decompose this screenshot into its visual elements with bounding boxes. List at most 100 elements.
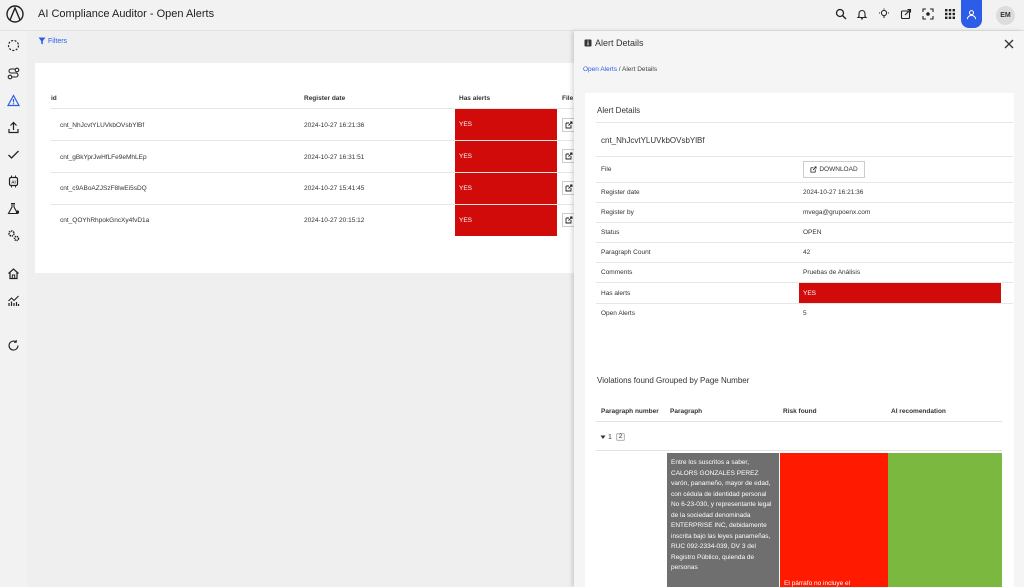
row-date: 2024-10-27 20:15:12 (304, 217, 365, 224)
field-value-open-alerts: 5 (803, 310, 807, 317)
field-value-comments: Pruebas de Análisis (803, 269, 861, 276)
share-icon[interactable] (899, 7, 913, 21)
svg-text:AI: AI (11, 179, 16, 184)
column-header-ai-recommendation[interactable]: AI recomendation (891, 408, 946, 415)
field-value-paragraph-count: 42 (803, 249, 811, 256)
filters-button[interactable]: Filters (38, 37, 67, 45)
row-id[interactable]: cnt_NhJcvtYLUVkbOVsbYlBf (60, 122, 144, 129)
column-header-file[interactable]: File (562, 95, 573, 102)
row-date: 2024-10-27 15:41:45 (304, 185, 365, 192)
analytics-icon[interactable] (6, 293, 20, 307)
column-header-register-date[interactable]: Register date (304, 95, 345, 102)
panel-title: Alert Details (584, 38, 644, 48)
field-value-has-alerts: YES (799, 283, 1001, 303)
home-icon[interactable] (6, 266, 20, 280)
app-title: AI Compliance Auditor - Open Alerts (38, 8, 215, 20)
bell-icon[interactable] (855, 7, 869, 21)
top-bar: AI Compliance Auditor - Open Alerts EM (0, 0, 1024, 31)
external-link-icon (810, 166, 817, 173)
close-button[interactable] (1004, 37, 1014, 52)
divider (596, 262, 1013, 263)
search-icon[interactable] (834, 7, 848, 21)
row-alert-badge: YES (455, 141, 557, 172)
filter-icon (38, 37, 46, 45)
field-value-register-date: 2024-10-27 16:21:36 (803, 189, 864, 196)
field-label-paragraph-count: Paragraph Count (601, 249, 651, 256)
risk-cell: El párrafo no incluye el (780, 453, 888, 587)
breadcrumb: Open Alerts / Alert Details (583, 66, 657, 73)
external-link-icon (565, 152, 573, 160)
divider (596, 156, 1013, 157)
row-alert-badge: YES (455, 109, 557, 140)
field-label-register-date: Register date (601, 189, 640, 196)
divider (596, 182, 1013, 183)
user-menu-button[interactable] (961, 0, 982, 28)
field-label-open-alerts: Open Alerts (601, 310, 635, 317)
loading-circle-icon[interactable] (6, 38, 20, 52)
field-label-file: File (601, 166, 612, 173)
info-icon (584, 39, 592, 47)
panel-title-label: Alert Details (595, 38, 644, 48)
alert-triangle-icon[interactable] (6, 93, 20, 107)
external-link-icon (565, 216, 573, 224)
field-label-has-alerts: Has alerts (601, 290, 631, 297)
row-date: 2024-10-27 16:31:51 (304, 154, 365, 161)
column-header-paragraph[interactable]: Paragraph (670, 408, 702, 415)
row-id[interactable]: cnt_c9ABoAZJSzF8lwEi5sDQ (60, 185, 147, 192)
lightbulb-icon[interactable] (877, 7, 891, 21)
column-header-paragraph-number[interactable]: Paragraph number (601, 408, 659, 415)
focus-icon[interactable] (921, 7, 935, 21)
row-id[interactable]: cnt_QOYhRhpokGncXy4fvD1a (60, 217, 149, 224)
field-value-status: OPEN (803, 229, 822, 236)
field-label-comments: Comments (601, 269, 633, 276)
download-button[interactable]: DOWNLOAD (803, 161, 865, 178)
lab-flask-icon[interactable] (6, 201, 20, 215)
ai-chip-icon[interactable]: AI (6, 174, 20, 188)
avatar[interactable]: EM (996, 6, 1015, 25)
row-alert-badge: YES (455, 205, 557, 236)
settings-gears-icon[interactable] (6, 228, 20, 242)
column-header-id[interactable]: id (51, 95, 57, 102)
route-icon[interactable] (6, 66, 20, 80)
divider (596, 222, 1013, 223)
divider (596, 303, 1013, 304)
upload-icon[interactable] (6, 120, 20, 134)
column-header-risk-found[interactable]: Risk found (783, 408, 817, 415)
field-value-register-by: mvega@grupoenx.com (803, 209, 871, 216)
row-alert-badge: YES (455, 173, 557, 204)
details-record-id: cnt_NhJcvtYLUVkbOVsbYlBf (601, 136, 705, 145)
breadcrumb-current: Alert Details (622, 66, 658, 73)
external-link-icon (565, 121, 573, 129)
user-icon (966, 9, 977, 19)
violations-header-row: Paragraph number Paragraph Risk found AI… (596, 402, 1002, 422)
sidebar: AI (0, 31, 27, 587)
divider (596, 202, 1013, 203)
close-icon (1004, 39, 1014, 49)
breadcrumb-open-alerts-link[interactable]: Open Alerts (583, 66, 617, 73)
column-header-has-alerts[interactable]: Has alerts (459, 95, 490, 102)
divider (596, 122, 1013, 123)
group-label: 1 (608, 433, 612, 441)
app-logo-icon[interactable] (6, 5, 24, 23)
violations-title: Violations found Grouped by Page Number (597, 376, 750, 385)
recommendation-cell (888, 453, 1002, 587)
checkmark-icon[interactable] (6, 147, 20, 161)
external-link-icon (565, 184, 573, 192)
apps-grid-icon[interactable] (943, 7, 957, 21)
row-id[interactable]: cnt_gBkYprJwHfLFe9eMhLEp (60, 154, 147, 161)
violations-card: Violations found Grouped by Page Number … (585, 364, 1014, 587)
filters-label: Filters (48, 37, 68, 45)
divider (596, 242, 1013, 243)
caret-down-icon (600, 435, 606, 439)
row-date: 2024-10-27 16:21:36 (304, 122, 365, 129)
paragraph-cell: Entre los suscritos a saber, CALORS GONZ… (667, 453, 779, 587)
field-label-register-by: Register by (601, 209, 634, 216)
group-toggle[interactable]: 1 2 (600, 433, 626, 441)
details-card-content: Alert Details cnt_NhJcvtYLUVkbOVsbYlBf F… (585, 93, 1014, 385)
group-count-badge: 2 (615, 433, 626, 441)
risk-text: El párrafo no incluye el (784, 580, 851, 587)
download-label: DOWNLOAD (819, 166, 858, 173)
details-card-title: Alert Details (597, 106, 641, 115)
refresh-icon[interactable] (6, 338, 20, 352)
field-label-status: Status (601, 229, 620, 236)
